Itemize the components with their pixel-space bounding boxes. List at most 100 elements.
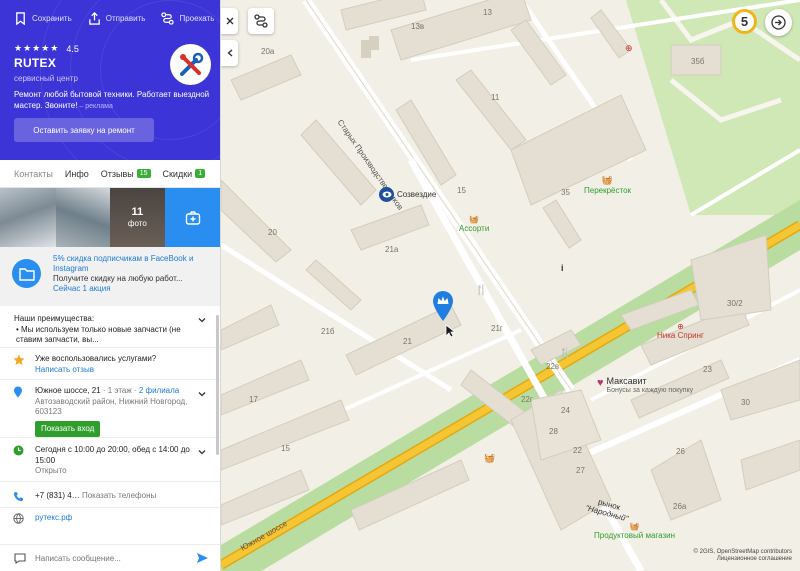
fork-knife-icon[interactable]: 🍴: [559, 348, 571, 359]
review-question: Уже воспользовались услугами?: [35, 354, 157, 363]
route-button[interactable]: Проехать: [161, 12, 214, 25]
poi-label: Ассорти: [459, 224, 490, 233]
save-label: Сохранить: [32, 14, 72, 23]
hours-section[interactable]: Сегодня с 10:00 до 20:00, обед с 14:00 д…: [0, 438, 220, 482]
poi-sozvezdie[interactable]: Созвездие: [379, 187, 436, 202]
tab-label: Контакты: [14, 168, 53, 179]
login-button[interactable]: [765, 9, 792, 36]
photo-count-label: фото: [127, 218, 147, 228]
rating-value: 4.5: [66, 43, 79, 54]
discounts-count-badge: 1: [195, 169, 206, 178]
hours-text: Сегодня с 10:00 до 20:00, обед с 14:00 д…: [35, 445, 190, 465]
route-label: Проехать: [179, 14, 215, 23]
eye-icon: [379, 187, 394, 202]
chevron-down-icon[interactable]: [198, 448, 206, 456]
house-number: 23: [703, 365, 712, 374]
house-number: 13в: [411, 22, 425, 31]
address-floor: · 1 этаж ·: [100, 386, 139, 395]
house-number: 26а: [673, 502, 687, 511]
info-icon[interactable]: i: [561, 263, 564, 273]
house-number: 21г: [491, 324, 503, 333]
poi-assorti[interactable]: 🧺 Ассорти: [459, 215, 489, 233]
advantages-section[interactable]: Наши преимущества: • Мы используем тольк…: [0, 306, 220, 348]
photo-gallery-button[interactable]: 11 фото: [109, 188, 166, 247]
review-section: Уже воспользовались услугами? Написать о…: [0, 348, 220, 380]
card-tabs: Контакты Инфо Отзывы 15 Скидки 1: [0, 160, 220, 188]
collapse-panel-button[interactable]: [221, 40, 238, 66]
poi-label: Максавит: [606, 376, 647, 386]
crown-pin-icon: [433, 291, 453, 321]
house-number: 15: [457, 186, 466, 195]
company-name: RUTEX: [14, 56, 57, 70]
fork-knife-icon[interactable]: 🍴: [475, 285, 487, 296]
close-icon: [226, 17, 233, 25]
show-entrance-button[interactable]: Показать вход: [35, 420, 101, 437]
write-review-link[interactable]: Написать отзыв: [35, 365, 200, 376]
chat-bubble-icon: [14, 553, 26, 564]
show-phones-link[interactable]: Показать телефоны: [82, 491, 156, 500]
message-input[interactable]: [35, 553, 196, 563]
house-number: 24: [561, 406, 570, 415]
repair-request-button[interactable]: Оставить заявку на ремонт: [14, 118, 154, 142]
ad-description: Ремонт любой бытовой техники. Работает в…: [14, 89, 210, 112]
add-photo-button[interactable]: [165, 188, 220, 247]
house-number: 22в: [546, 362, 560, 371]
photo-thumbnail[interactable]: [55, 188, 110, 247]
share-icon: [88, 12, 100, 25]
selected-place-marker[interactable]: [431, 290, 455, 325]
address-street: Южное шоссе, 21: [35, 386, 101, 395]
tab-reviews[interactable]: Отзывы 15: [101, 160, 151, 187]
map-view[interactable]: 13в 20а 13 20 21а 21б 21 21г 22г 22в 17 …: [221, 0, 800, 571]
promo-title[interactable]: 5% скидка подписчикам в FaceBook и Insta…: [53, 254, 212, 274]
house-number: 26: [676, 447, 685, 456]
basket-icon[interactable]: 🧺: [484, 453, 495, 464]
basket-icon: 🧺: [601, 175, 614, 185]
promo-block[interactable]: 5% скидка подписчикам в FaceBook и Insta…: [0, 247, 220, 306]
branches-link[interactable]: 2 филиала: [139, 386, 179, 395]
medical-icon[interactable]: ⊕: [625, 43, 633, 54]
rating-stars-icon: ★★★★★: [14, 43, 60, 53]
layers-counter-button[interactable]: 5: [732, 9, 757, 34]
tab-contacts[interactable]: Контакты: [14, 160, 53, 187]
tab-info[interactable]: Инфо: [65, 160, 89, 187]
share-label: Отправить: [105, 14, 146, 23]
copyright-text[interactable]: © 2GIS, OpenStreetMap contributors: [694, 549, 792, 556]
house-number: 35: [561, 188, 570, 197]
sidebar-scrollbar[interactable]: [216, 315, 219, 455]
poi-produkty[interactable]: 🧺 Продуктовый магазин: [594, 522, 675, 540]
house-number: 35б: [691, 57, 705, 66]
company-category: сервисный центр: [14, 74, 78, 83]
website-link[interactable]: рутекс.рф: [35, 513, 72, 522]
poi-sublabel: Бонусы за каждую покупку: [606, 387, 694, 394]
photo-thumbnail[interactable]: [0, 188, 56, 247]
poi-nika-spring[interactable]: ⊕ Ника Спринг: [657, 322, 704, 340]
house-number: 11: [491, 93, 500, 102]
photo-count: 11: [131, 205, 144, 218]
house-number: 28: [549, 427, 558, 436]
place-card-panel: Сохранить Отправить Проехать ★★★★★ 4.5 R…: [0, 0, 221, 571]
send-icon[interactable]: [196, 552, 209, 564]
close-panel-button[interactable]: [221, 8, 238, 34]
tab-discounts[interactable]: Скидки 1: [163, 160, 206, 187]
house-number: 20а: [261, 47, 275, 56]
house-number: 20: [268, 228, 277, 237]
phone-number: +7 (831) 4…: [35, 491, 80, 500]
address-district: Автозаводский район, Нижний Новгород, 60…: [35, 396, 188, 417]
house-number: 21: [403, 337, 412, 346]
mouse-cursor-icon: [445, 324, 455, 338]
message-bar: [0, 544, 220, 571]
poi-maksavit[interactable]: ♥ Максавит Бонусы за каждую покупку: [597, 377, 693, 395]
chevron-down-icon[interactable]: [198, 316, 206, 324]
phone-icon: [14, 492, 23, 502]
promo-link[interactable]: Сейчас 1 акция: [53, 284, 212, 294]
chevron-down-icon[interactable]: [198, 390, 206, 398]
route-planner-button[interactable]: [248, 8, 274, 34]
house-number: 22г: [521, 395, 533, 404]
license-link[interactable]: Лицензионное соглашение: [694, 556, 792, 563]
tab-label: Инфо: [64, 168, 89, 179]
folder-icon: [12, 259, 41, 288]
save-button[interactable]: Сохранить: [14, 12, 72, 25]
company-header: Сохранить Отправить Проехать ★★★★★ 4.5 R…: [0, 0, 220, 160]
share-button[interactable]: Отправить: [88, 12, 146, 25]
poi-perekrestok[interactable]: 🧺 Перекрёсток: [584, 175, 631, 195]
